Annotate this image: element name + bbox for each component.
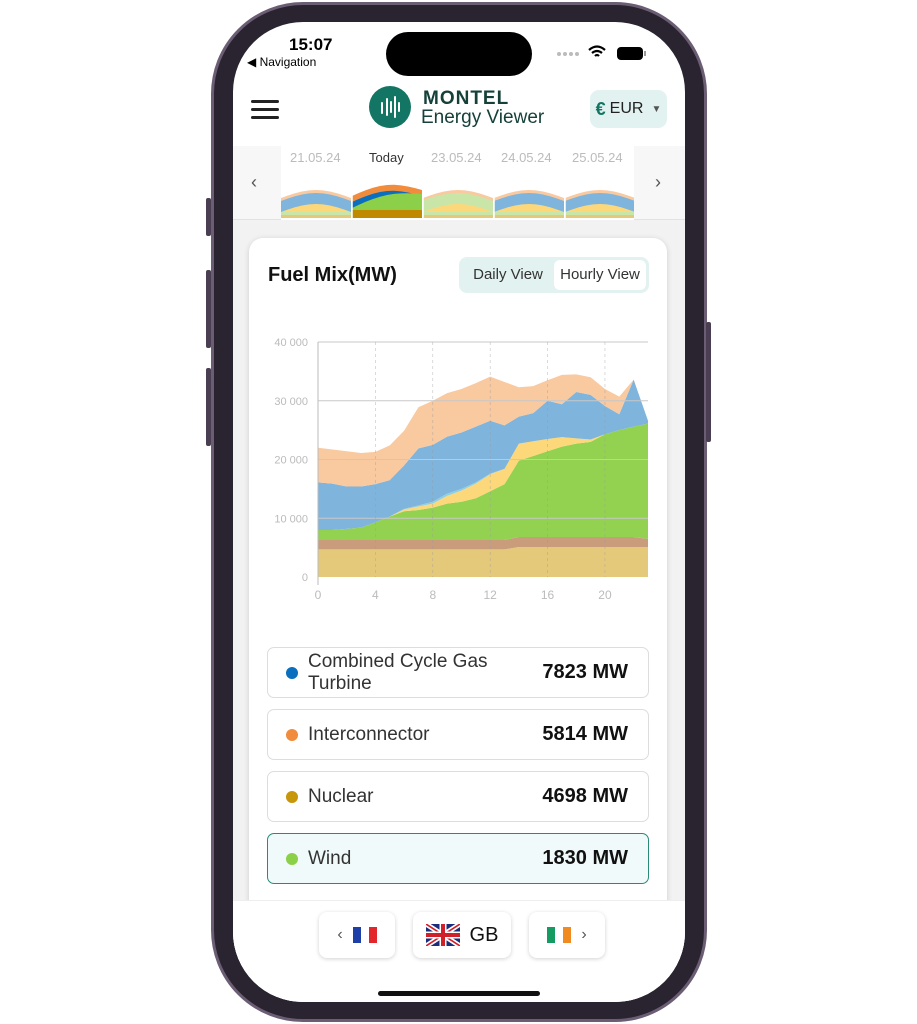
- legend-value: 7823 MW: [542, 661, 628, 683]
- country-bar: ‹ GB ›: [233, 900, 685, 1002]
- y-tick-label: 30 000: [274, 396, 308, 408]
- status-time: 15:07: [289, 35, 333, 54]
- day-thumbnail-charts[interactable]: [281, 170, 634, 218]
- y-tick-label: 10 000: [274, 513, 308, 525]
- montel-logo: [369, 86, 411, 128]
- day-thumbnail-3[interactable]: [493, 170, 564, 218]
- legend-name: Nuclear: [308, 785, 374, 807]
- volume-down-button: [206, 368, 211, 446]
- thumbnail-area: [423, 215, 493, 218]
- thumbnail-area: [352, 210, 422, 218]
- hourly-view-tab[interactable]: Hourly View: [554, 260, 646, 290]
- country-code: GB: [469, 923, 499, 946]
- area-series-0: [318, 547, 648, 577]
- wifi-icon: [588, 45, 606, 57]
- day-label[interactable]: 25.05.24: [572, 150, 623, 165]
- chevron-right-icon: ›: [581, 926, 587, 943]
- legend-item[interactable]: Wind 1830 MW: [267, 833, 649, 884]
- view-toggle: Daily View Hourly View: [459, 257, 649, 293]
- chevron-left-icon: ‹: [337, 926, 343, 943]
- y-tick-label: 0: [302, 572, 308, 584]
- signal-icon: [557, 52, 579, 56]
- day-thumbnail-2[interactable]: [422, 170, 493, 218]
- x-tick-label: 0: [315, 588, 322, 602]
- volume-up-button: [206, 270, 211, 348]
- day-label[interactable]: 23.05.24: [431, 150, 482, 165]
- date-strip: ‹ › 21.05.24 Today 23.05.24 24.05.24 25.…: [233, 146, 685, 220]
- menu-icon[interactable]: [251, 100, 279, 120]
- power-button: [706, 322, 711, 442]
- next-days-button[interactable]: ›: [655, 172, 661, 193]
- legend-value: 4698 MW: [542, 785, 628, 807]
- daily-view-tab[interactable]: Daily View: [462, 260, 554, 290]
- next-country-button[interactable]: ›: [529, 912, 605, 958]
- legend-name: Combined Cycle Gas Turbine: [308, 650, 488, 694]
- y-tick-label: 20 000: [274, 455, 308, 467]
- prev-days-button[interactable]: ‹: [251, 172, 257, 193]
- home-indicator: [378, 991, 540, 996]
- france-flag-icon: [352, 927, 377, 943]
- euro-icon: €: [595, 98, 606, 119]
- day-thumbnail-4[interactable]: [564, 170, 634, 218]
- day-label[interactable]: 21.05.24: [290, 150, 341, 165]
- x-tick-label: 8: [429, 588, 436, 602]
- battery-icon: [617, 47, 643, 60]
- current-country-button[interactable]: GB: [413, 912, 511, 958]
- legend-value: 1830 MW: [542, 847, 628, 869]
- currency-label: EUR: [609, 100, 644, 117]
- fuel-mix-chart: 0 10 000 20 000 30 000 40 000 0 4 8 12 16 20: [274, 337, 648, 602]
- legend-color-dot: [286, 728, 298, 741]
- x-tick-label: 12: [483, 588, 497, 602]
- uk-flag-icon: [425, 924, 460, 946]
- legend-name: Wind: [308, 847, 352, 869]
- legend-item[interactable]: Combined Cycle Gas Turbine 7823 MW: [267, 647, 649, 698]
- app-screen: 15:07 ◀ Navigation MONTEL Energy Viewer …: [233, 22, 685, 1002]
- legend-color-dot: [286, 666, 298, 679]
- ireland-flag-icon: [547, 927, 572, 943]
- panel-title: Fuel Mix(MW): [268, 264, 397, 286]
- status-icons: [557, 45, 646, 60]
- day-label-today[interactable]: Today: [369, 150, 404, 165]
- day-thumbnails: 21.05.24 Today 23.05.24 24.05.24 25.05.2…: [281, 146, 634, 220]
- back-navigation[interactable]: ◀ Navigation: [247, 55, 316, 69]
- legend-name: Interconnector: [308, 723, 430, 745]
- brand-subtitle: Energy Viewer: [421, 107, 545, 128]
- legend-color-dot: [286, 790, 298, 803]
- legend-value: 5814 MW: [542, 723, 628, 745]
- legend-item[interactable]: Nuclear 4698 MW: [267, 771, 649, 822]
- day-thumbnail-1[interactable]: [351, 170, 422, 218]
- day-thumbnail-0[interactable]: [281, 190, 351, 218]
- thumbnail-area: [494, 215, 564, 218]
- prev-country-button[interactable]: ‹: [319, 912, 395, 958]
- caret-down-icon: ▼: [651, 103, 662, 115]
- thumbnail-area: [281, 215, 351, 218]
- currency-selector[interactable]: € EUR ▼: [590, 90, 667, 128]
- legend-color-dot: [286, 852, 298, 865]
- thumbnail-area: [565, 215, 634, 218]
- x-tick-label: 16: [541, 588, 555, 602]
- x-tick-label: 20: [598, 588, 612, 602]
- mute-switch: [206, 198, 211, 236]
- dynamic-island: [386, 32, 532, 76]
- legend-item[interactable]: Interconnector 5814 MW: [267, 709, 649, 760]
- y-tick-label: 40 000: [274, 337, 308, 349]
- x-tick-label: 4: [372, 588, 379, 602]
- day-label[interactable]: 24.05.24: [501, 150, 552, 165]
